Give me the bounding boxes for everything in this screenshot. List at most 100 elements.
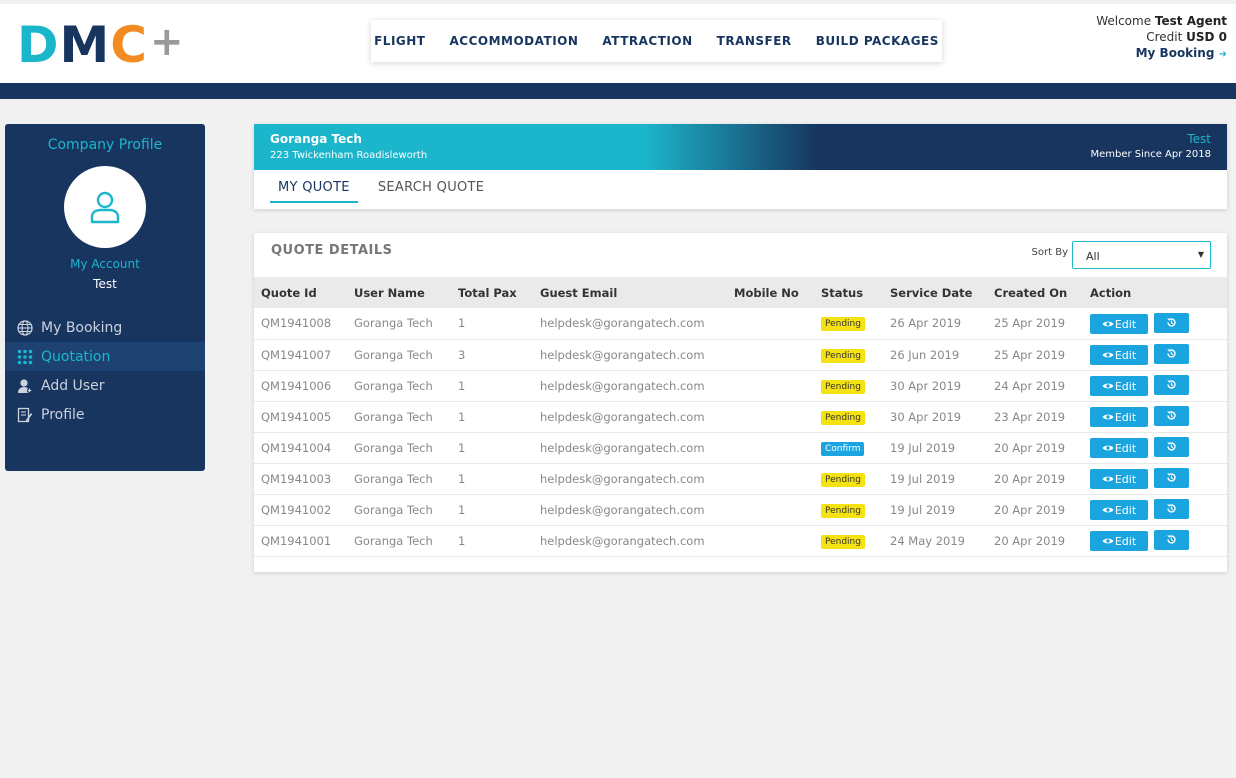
edit-button[interactable]: Edit xyxy=(1090,500,1148,521)
cell-total-pax: 1 xyxy=(458,378,466,393)
edit-button[interactable]: Edit xyxy=(1090,376,1148,397)
company-banner: Goranga Tech 223 Twickenham Roadislewort… xyxy=(254,124,1227,170)
nav-transfer[interactable]: TRANSFER xyxy=(717,34,792,48)
cell-service-date: 30 Apr 2019 xyxy=(890,409,962,424)
edit-button[interactable]: Edit xyxy=(1090,438,1148,459)
cell-user-name: Goranga Tech xyxy=(354,316,433,331)
my-booking-link[interactable]: My Booking ➜ xyxy=(1096,45,1227,63)
history-button[interactable] xyxy=(1154,343,1189,364)
cell-quote-id: QM1941004 xyxy=(261,440,332,455)
cell-action: Edit xyxy=(1083,339,1227,370)
cell-status: Confirm xyxy=(814,432,883,463)
quote-table: Quote Id User Name Total Pax Guest Email… xyxy=(254,277,1227,557)
cell-mobile-no xyxy=(727,463,814,494)
cell-guest-email: helpdesk@gorangatech.com xyxy=(540,316,705,331)
cell-action: Edit xyxy=(1083,463,1227,494)
nav-build-packages[interactable]: BUILD PACKAGES xyxy=(816,34,939,48)
header: D M C + FLIGHT ACCOMMODATION ATTRACTION TRA… xyxy=(0,4,1236,83)
sidebar-item-label: Add User xyxy=(41,377,105,394)
globe-icon xyxy=(16,319,33,336)
status-badge: Pending xyxy=(821,317,865,332)
sidebar-item-add-user[interactable]: Add User xyxy=(5,371,205,400)
cell-service-date: 26 Apr 2019 xyxy=(890,316,962,331)
cell-service-date: 19 Jul 2019 xyxy=(890,471,956,486)
history-button[interactable] xyxy=(1154,374,1189,395)
history-icon xyxy=(1167,349,1176,358)
eye-icon xyxy=(1102,445,1114,451)
cell-status: Pending xyxy=(814,401,883,432)
col-total-pax[interactable]: Total Pax xyxy=(451,277,533,308)
history-icon xyxy=(1167,318,1176,327)
cell-quote-id: QM1941005 xyxy=(261,409,332,424)
cell-created-on: 24 Apr 2019 xyxy=(994,378,1066,393)
cell-guest-email: helpdesk@gorangatech.com xyxy=(540,533,705,548)
col-service-date[interactable]: Service Date xyxy=(883,277,987,308)
edit-label: Edit xyxy=(1114,317,1137,331)
caret-down-icon: ▼ xyxy=(1197,250,1204,259)
nav-flight[interactable]: FLIGHT xyxy=(374,34,425,48)
history-button[interactable] xyxy=(1154,405,1189,426)
history-button[interactable] xyxy=(1154,467,1189,488)
cell-status: Pending xyxy=(814,370,883,401)
sidebar-item-quotation[interactable]: Quotation xyxy=(5,342,205,371)
sidebar-item-my-booking[interactable]: My Booking xyxy=(5,313,205,342)
tab-my-quote[interactable]: MY QUOTE xyxy=(270,179,358,203)
status-badge: Pending xyxy=(821,348,865,363)
cell-status: Pending xyxy=(814,308,883,339)
welcome-label: Welcome xyxy=(1096,14,1152,28)
edit-button[interactable]: Edit xyxy=(1090,531,1148,552)
credit-label: Credit xyxy=(1146,30,1183,44)
user-box: Welcome Test Agent Credit USD 0 My Booki… xyxy=(1096,13,1227,63)
edit-button[interactable]: Edit xyxy=(1090,314,1148,334)
eye-icon xyxy=(1102,476,1114,482)
col-status[interactable]: Status xyxy=(814,277,883,308)
cell-user-name: Goranga Tech xyxy=(354,409,433,424)
edit-button[interactable]: Edit xyxy=(1090,345,1148,366)
history-button[interactable] xyxy=(1154,498,1189,519)
cell-user-name: Goranga Tech xyxy=(354,533,433,548)
status-badge: Pending xyxy=(821,534,865,549)
nav-attraction[interactable]: ATTRACTION xyxy=(602,34,692,48)
cell-user-name: Goranga Tech xyxy=(354,347,433,362)
brand-logo[interactable]: D M C + xyxy=(17,16,185,74)
table-row: QM1941005 Goranga Tech 1 helpdesk@gorangate… xyxy=(254,401,1227,432)
col-guest-email[interactable]: Guest Email xyxy=(533,277,727,308)
table-row: QM1941006 Goranga Tech 1 helpdesk@gorangate… xyxy=(254,370,1227,401)
cell-quote-id: QM1941006 xyxy=(261,378,332,393)
col-created-on[interactable]: Created On xyxy=(987,277,1083,308)
cell-service-date: 26 Jun 2019 xyxy=(890,347,960,362)
my-account-link[interactable]: My Account xyxy=(5,257,205,271)
col-mobile-no[interactable]: Mobile No xyxy=(727,277,814,308)
edit-button[interactable]: Edit xyxy=(1090,407,1148,428)
col-user-name[interactable]: User Name xyxy=(347,277,451,308)
cell-mobile-no xyxy=(727,432,814,463)
history-icon xyxy=(1167,380,1176,389)
edit-label: Edit xyxy=(1114,348,1137,362)
cell-mobile-no xyxy=(727,401,814,432)
welcome-line: Welcome Test Agent xyxy=(1096,13,1227,29)
sidebar-item-profile[interactable]: Profile xyxy=(5,400,205,429)
sidebar: Company Profile My Account Test My Booki… xyxy=(5,124,205,471)
history-button[interactable] xyxy=(1154,529,1189,550)
sort-by-select[interactable]: All ▼ xyxy=(1072,241,1211,269)
history-button[interactable] xyxy=(1154,436,1189,457)
sidebar-item-label: Quotation xyxy=(41,348,111,365)
col-quote-id[interactable]: Quote Id xyxy=(254,277,347,308)
company-card: Goranga Tech 223 Twickenham Roadislewort… xyxy=(254,124,1227,209)
history-button[interactable] xyxy=(1154,312,1189,333)
user-icon xyxy=(90,191,120,224)
logo-letter-m: M xyxy=(59,16,111,74)
table-body: QM1941008 Goranga Tech 1 helpdesk@gorangate… xyxy=(254,308,1227,556)
cell-action: Edit xyxy=(1083,525,1227,556)
cell-quote-id: QM1941001 xyxy=(261,533,332,548)
nav-accommodation[interactable]: ACCOMMODATION xyxy=(450,34,579,48)
cell-service-date: 30 Apr 2019 xyxy=(890,378,962,393)
cell-status: Pending xyxy=(814,525,883,556)
status-badge: Pending xyxy=(821,472,865,487)
edit-profile-icon xyxy=(16,406,33,423)
tab-search-quote[interactable]: SEARCH QUOTE xyxy=(370,179,492,203)
eye-icon xyxy=(1102,538,1114,544)
cell-total-pax: 1 xyxy=(458,471,466,486)
edit-button[interactable]: Edit xyxy=(1090,469,1148,490)
avatar[interactable] xyxy=(64,166,146,248)
